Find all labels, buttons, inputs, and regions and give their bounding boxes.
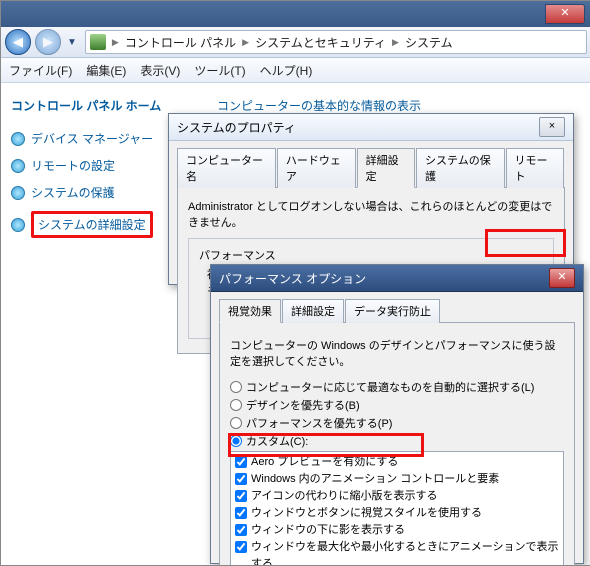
dialog-close-button[interactable]: ✕ (549, 268, 575, 288)
visual-effect-item[interactable]: アイコンの代わりに縮小版を表示する (235, 488, 559, 505)
menu-view[interactable]: 表示(V) (140, 62, 180, 79)
crumb-1[interactable]: コントロール パネル (121, 34, 240, 51)
address-bar: ◀ ▶ ▼ ▶ コントロール パネル ▶ システムとセキュリティ ▶ システム (1, 27, 590, 58)
dialog-close-button[interactable]: × (539, 117, 565, 137)
radio-input[interactable] (230, 435, 242, 447)
radio-input[interactable] (230, 417, 242, 429)
radio-input[interactable] (230, 399, 242, 411)
checkbox-label: Windows 内のアニメーション コントロールと要素 (251, 471, 499, 488)
menu-tools[interactable]: ツール(T) (194, 62, 245, 79)
checkbox-label: Aero プレビューを有効にする (251, 454, 398, 471)
sidebar-label: システムの詳細設定 (31, 211, 153, 238)
checkbox-input[interactable] (235, 473, 247, 485)
visual-effect-item[interactable]: ウィンドウの下に影を表示する (235, 522, 559, 539)
tab-protection[interactable]: システムの保護 (416, 148, 505, 188)
checkbox-label: ウィンドウを最大化や最小化するときにアニメーションで表示する (251, 539, 559, 566)
sidebar-label: リモートの設定 (31, 157, 115, 174)
radio-group: コンピューターに応じて最適なものを自動的に選択する(L) デザインを優先する(B)… (230, 379, 564, 449)
radio-option[interactable]: コンピューターに応じて最適なものを自動的に選択する(L) (230, 379, 564, 395)
tab-strip: 視覚効果 詳細設定 データ実行防止 (219, 298, 575, 322)
menu-file[interactable]: ファイル(F) (9, 62, 72, 79)
checkbox-label: ウィンドウとボタンに視覚スタイルを使用する (251, 505, 482, 522)
checkbox-input[interactable] (235, 456, 247, 468)
tab-hardware[interactable]: ハードウェア (277, 148, 356, 188)
screenshot-root: ✕ ◀ ▶ ▼ ▶ コントロール パネル ▶ システムとセキュリティ ▶ システ… (0, 0, 590, 566)
system-properties-dialog: システムのプロパティ × コンピューター名 ハードウェア 詳細設定 システムの保… (168, 113, 574, 285)
visual-effect-item[interactable]: ウィンドウとボタンに視覚スタイルを使用する (235, 505, 559, 522)
crumb-sep-icon: ▶ (112, 37, 119, 48)
checkbox-input[interactable] (235, 490, 247, 502)
dialog-caption: パフォーマンス オプション ✕ (211, 265, 583, 292)
breadcrumb[interactable]: ▶ コントロール パネル ▶ システムとセキュリティ ▶ システム (85, 30, 587, 54)
menu-edit[interactable]: 編集(E) (86, 62, 126, 79)
checkbox-input[interactable] (235, 507, 247, 519)
visual-effect-item[interactable]: ウィンドウを最大化や最小化するときにアニメーションで表示する (235, 539, 559, 566)
crumb-sep-icon: ▶ (242, 37, 249, 48)
group-label: パフォーマンス (199, 247, 543, 263)
radio-input[interactable] (230, 381, 242, 393)
content-headline: コンピューターの基本的な情報の表示 (211, 83, 421, 114)
dialog-title: パフォーマンス オプション (219, 270, 366, 287)
tab-advanced[interactable]: 詳細設定 (357, 148, 415, 188)
radio-option[interactable]: デザインを優先する(B) (230, 397, 564, 413)
menu-bar: ファイル(F) 編集(E) 表示(V) ツール(T) ヘルプ(H) (1, 58, 590, 83)
checkbox-label: アイコンの代わりに縮小版を表示する (251, 488, 437, 505)
tab-visual-effects[interactable]: 視覚効果 (219, 299, 281, 323)
crumb-3[interactable]: システム (401, 34, 457, 51)
shield-icon (11, 159, 25, 173)
visual-effects-list[interactable]: Aero プレビューを有効にするWindows 内のアニメーション コントロール… (230, 451, 564, 566)
crumb-2[interactable]: システムとセキュリティ (251, 34, 390, 51)
tab-dep[interactable]: データ実行防止 (345, 299, 440, 323)
tab-page: コンピューターの Windows のデザインとパフォーマンスに使う設定を選択して… (219, 322, 575, 566)
visual-effect-item[interactable]: Aero プレビューを有効にする (235, 454, 559, 471)
sidebar-label: システムの保護 (31, 184, 115, 201)
window-titlebar: ✕ (1, 1, 590, 27)
shield-icon (11, 218, 25, 232)
radio-option[interactable]: カスタム(C): (230, 433, 564, 449)
sidebar-label: デバイス マネージャー (31, 130, 153, 147)
checkbox-input[interactable] (235, 524, 247, 536)
tab-advanced[interactable]: 詳細設定 (282, 299, 344, 323)
nav-history-dropdown[interactable]: ▼ (67, 37, 77, 48)
nav-forward-button[interactable]: ▶ (35, 29, 61, 55)
shield-icon (11, 186, 25, 200)
crumb-sep-icon: ▶ (392, 37, 399, 48)
checkbox-input[interactable] (235, 541, 247, 553)
nav-back-button[interactable]: ◀ (5, 29, 31, 55)
performance-options-dialog: パフォーマンス オプション ✕ 視覚効果 詳細設定 データ実行防止 コンピュータ… (210, 264, 584, 564)
dialog-title: システムのプロパティ (177, 119, 296, 136)
radio-option[interactable]: パフォーマンスを優先する(P) (230, 415, 564, 431)
radio-label: パフォーマンスを優先する(P) (246, 415, 392, 431)
admin-note: Administrator としてログオンしない場合は、これらのほとんどの変更は… (188, 198, 554, 230)
intro-text: コンピューターの Windows のデザインとパフォーマンスに使う設定を選択して… (230, 339, 564, 371)
radio-label: コンピューターに応じて最適なものを自動的に選択する(L) (246, 379, 534, 395)
tab-computer-name[interactable]: コンピューター名 (177, 148, 276, 188)
control-panel-icon (90, 34, 106, 50)
menu-help[interactable]: ヘルプ(H) (260, 62, 313, 79)
visual-effect-item[interactable]: Windows 内のアニメーション コントロールと要素 (235, 471, 559, 488)
radio-label: デザインを優先する(B) (246, 397, 360, 413)
shield-icon (11, 132, 25, 146)
radio-label: カスタム(C): (246, 433, 308, 449)
window-close-button[interactable]: ✕ (545, 4, 585, 24)
checkbox-label: ウィンドウの下に影を表示する (251, 522, 405, 539)
tab-strip: コンピューター名 ハードウェア 詳細設定 システムの保護 リモート (177, 147, 565, 187)
dialog-caption: システムのプロパティ × (169, 114, 573, 141)
sidebar-heading: コントロール パネル ホーム (11, 97, 201, 114)
tab-remote[interactable]: リモート (506, 148, 564, 188)
